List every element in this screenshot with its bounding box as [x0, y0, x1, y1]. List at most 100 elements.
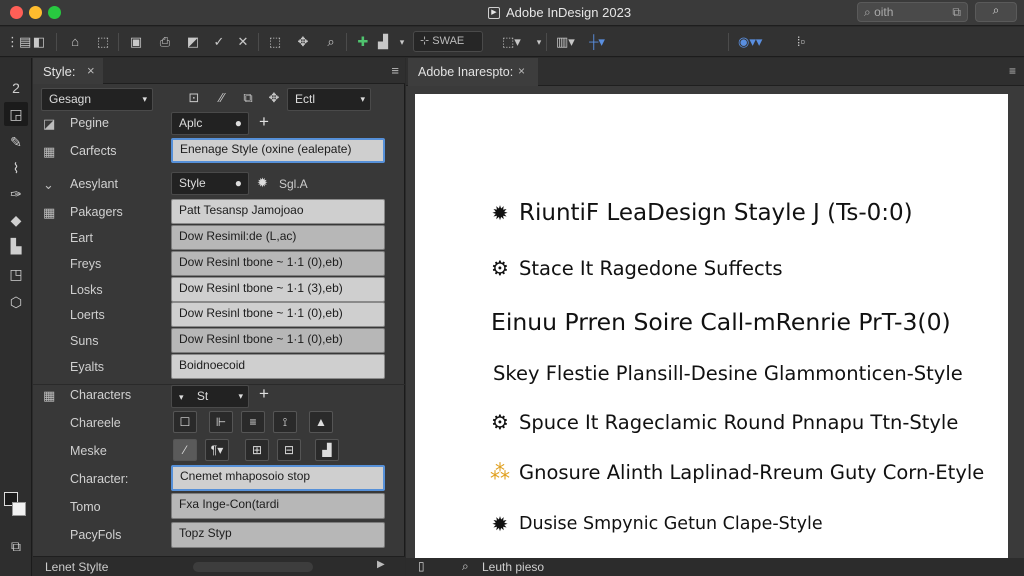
scissors-tool-icon[interactable]: ▙	[4, 234, 28, 258]
eart-field[interactable]: Dow Resimil:de (L,ac)	[171, 225, 385, 250]
row-label: Loerts	[70, 308, 105, 322]
search-placeholder: oith	[874, 5, 894, 19]
close-icon[interactable]: ×	[518, 64, 525, 78]
fill-tool-icon[interactable]: ◆	[4, 208, 28, 232]
settings-gear-icon[interactable]: ✹	[257, 175, 268, 191]
minimize-window-button[interactable]	[29, 6, 42, 19]
freys-value: Dow Resinl tbone ~ 1·1 (0),eb)	[179, 255, 343, 269]
page-icon[interactable]: ▯	[418, 559, 425, 573]
carfects-value: Enenage Style (oxine (ealepate)	[180, 142, 352, 156]
document-line-3[interactable]: Einuu Prren Soire Call-mRenrie PrT-3(0)	[491, 308, 951, 336]
frame-icon[interactable]: ⬚	[94, 32, 112, 52]
print-icon[interactable]: ⎙	[156, 32, 174, 52]
carfects-field[interactable]: Enenage Style (oxine (ealepate)	[171, 138, 385, 163]
pacyfols-value: Topz Styp	[179, 526, 232, 540]
chevron-right-icon[interactable]: ▶	[377, 559, 385, 570]
freys-field[interactable]: Dow Resinl tbone ~ 1·1 (0),eb)	[171, 251, 385, 276]
brush-tool-icon[interactable]: ⌇	[4, 156, 28, 180]
aesylant-dropdown[interactable]: Style ●	[171, 172, 249, 195]
copy-icon[interactable]: ⧉	[239, 88, 257, 108]
screen-mode-icon[interactable]: ⧉	[4, 534, 28, 558]
pacyfols-field[interactable]: Topz Styp	[171, 522, 385, 548]
plus-cross-icon[interactable]: ┼▾	[588, 32, 606, 52]
status-bar: ▯ ⌕ Leuth pieso	[406, 558, 1024, 576]
move-icon[interactable]: ✥	[265, 88, 283, 108]
close-window-button[interactable]	[10, 6, 23, 19]
frame-tool-icon[interactable]: ◳	[4, 262, 28, 286]
line-text: Spuce It Rageclamic Round Pnnapu Ttn-Sty…	[519, 410, 959, 434]
image-icon[interactable]: ▣	[127, 32, 145, 52]
eyalts-field[interactable]: Boidnoecoid	[171, 354, 385, 379]
edit-dropdown[interactable]: Ectl ▾	[287, 88, 371, 111]
table-icon: ▦	[43, 388, 56, 403]
magnifier-icon[interactable]: ⌕	[322, 32, 340, 52]
pen-tool-icon[interactable]: ✑	[4, 182, 28, 206]
indent-icon[interactable]: ⊩	[209, 411, 233, 433]
chart-icon[interactable]: ▟	[374, 32, 392, 52]
edit-dropdown-value: Ectl	[295, 92, 316, 106]
pegine-dropdown[interactable]: Aplc ●	[171, 112, 249, 135]
footer-scrollbar[interactable]	[193, 562, 313, 572]
document-line-6[interactable]: ⁂ Gnosure Alinth Laplinad-Rreum Guty Cor…	[485, 460, 984, 484]
selection-tool-icon[interactable]: ⋮▤	[6, 32, 31, 52]
anchor-icon[interactable]: ▲	[309, 411, 333, 433]
expand-icon: ⧉	[952, 5, 961, 19]
shape-tool-icon[interactable]: ⬡	[4, 290, 28, 314]
selection-tool-icon[interactable]: 2	[4, 76, 28, 100]
direct-select-icon[interactable]: ◧	[30, 32, 48, 52]
chart-icon[interactable]: ▟	[315, 439, 339, 461]
characters-dropdown[interactable]: ▾ St ▾	[171, 385, 249, 408]
rows-icon[interactable]: ⊞	[245, 439, 269, 461]
pin-icon[interactable]: ⊡	[185, 88, 203, 108]
paragraph-icon[interactable]: ¶▾	[205, 439, 229, 461]
document-line-1[interactable]: ✹ RiuntiF LeaDesign Stayle J (Ts-0:0)	[485, 200, 913, 226]
gear-sun-icon: ⚙	[491, 410, 509, 434]
document-page[interactable]: ✹ RiuntiF LeaDesign Stayle J (Ts-0:0) ⚙ …	[415, 94, 1008, 558]
document-line-2[interactable]: ⚙ Stace It Ragedone Suffects	[485, 256, 782, 280]
transform-icon[interactable]: ✕	[234, 32, 252, 52]
pakagers-field[interactable]: Patt Tesansp Jamojoao	[171, 199, 385, 224]
search-icon: ⌕	[864, 5, 871, 19]
align-icon[interactable]: ⬚▾	[502, 32, 521, 52]
text-wrap-icon[interactable]: ⟟	[273, 411, 297, 433]
slash-icon[interactable]: ⁄	[173, 439, 197, 461]
losks-field[interactable]: Dow Resinl tbone ~ 1·1 (3),eb)	[171, 277, 385, 302]
grid-icon[interactable]: ▥▾	[556, 32, 575, 52]
title-bar: ▶ Adobe InDesign 2023 ⌕ oith ⧉ ⌕	[0, 0, 1024, 26]
pencil-tool-icon[interactable]: ✎	[4, 130, 28, 154]
add-icon[interactable]: +	[259, 384, 269, 404]
document-line-4[interactable]: Skey Flestie Plansill-Desine Glammontice…	[493, 362, 963, 385]
columns-icon[interactable]: ⊟	[277, 439, 301, 461]
home-icon[interactable]: ⌂	[66, 32, 84, 52]
character-field[interactable]: Cnemet mhaposoio stop	[171, 465, 385, 491]
add-icon[interactable]: ✚	[354, 32, 372, 52]
fill-stroke-swatch-icon[interactable]	[4, 488, 28, 528]
panel-menu-icon[interactable]: ≡	[391, 63, 399, 78]
chevron-down-icon[interactable]: ▾	[393, 32, 411, 52]
reference-field[interactable]: ⊹ SWAE	[413, 31, 483, 52]
check-icon[interactable]: ◩	[184, 32, 202, 52]
panel-menu-icon[interactable]: ≡	[1009, 64, 1016, 78]
text-align-icon[interactable]: ≡	[241, 411, 265, 433]
row-label: Pakagers	[70, 205, 123, 219]
tomo-field[interactable]: Fxa Inge-Con(tardi	[171, 493, 385, 519]
document-line-5[interactable]: ⚙ Spuce It Rageclamic Round Pnnapu Ttn-S…	[485, 410, 958, 434]
loerts-field[interactable]: Dow Resinl tbone ~ 1·1 (0),eb)	[171, 302, 385, 327]
type-icon[interactable]: ⁞▫	[792, 32, 810, 52]
edit-icon[interactable]: ⁄⁄	[213, 88, 231, 108]
direct-selection-tool-icon[interactable]: ◲	[4, 102, 28, 126]
row-label: Meske	[70, 444, 107, 458]
rotate-icon[interactable]: ⬚	[266, 32, 284, 52]
search-input[interactable]: ⌕ oith ⧉	[857, 2, 968, 22]
style-dropdown[interactable]: Gesagn ▾	[41, 88, 153, 111]
search-button[interactable]: ⌕	[975, 2, 1017, 22]
color-icon[interactable]: ◉▾▾	[738, 32, 762, 52]
close-icon[interactable]: ×	[87, 63, 95, 78]
zoom-icon[interactable]: ✥	[294, 32, 312, 52]
box-icon[interactable]: ☐	[173, 411, 197, 433]
pen-icon[interactable]: ✓	[210, 32, 228, 52]
add-icon[interactable]: +	[259, 112, 269, 132]
zoom-window-button[interactable]	[48, 6, 61, 19]
suns-field[interactable]: Dow Resinl tbone ~ 1·1 (0),eb)	[171, 328, 385, 353]
document-line-7[interactable]: ✹ Dusise Smpynic Getun Clape-Style	[485, 512, 823, 536]
